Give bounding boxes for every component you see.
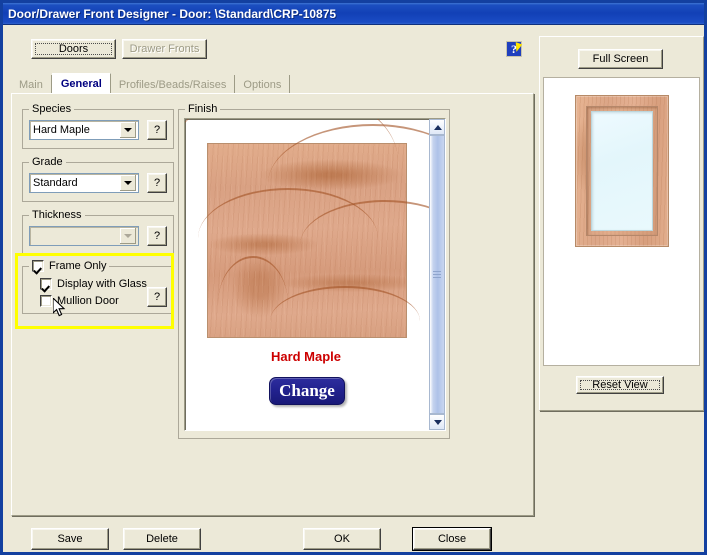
display-with-glass-checkbox[interactable]: Display with Glass [40, 278, 147, 290]
full-screen-label: Full Screen [592, 53, 649, 65]
tab-profiles-beads-raises[interactable]: Profiles/Beads/Raises [111, 75, 236, 94]
doors-button[interactable]: Doors [31, 39, 116, 59]
tab-options[interactable]: Options [235, 75, 291, 94]
grade-help-button[interactable]: ? [147, 173, 167, 193]
grade-legend: Grade [29, 156, 66, 168]
checkbox-check-icon [32, 260, 44, 272]
delete-label: Delete [146, 533, 178, 545]
species-value: Hard Maple [33, 124, 90, 136]
save-button[interactable]: Save [31, 528, 109, 550]
frame-options-help-button[interactable]: ? [147, 287, 167, 307]
ok-button[interactable]: OK [303, 528, 381, 550]
tab-general[interactable]: General [51, 73, 111, 94]
grade-help-label: ? [153, 177, 161, 189]
reset-view-label: Reset View [592, 379, 648, 391]
change-finish-button[interactable]: Change [269, 377, 345, 405]
frame-options-help-label: ? [153, 291, 161, 303]
chevron-down-icon[interactable] [120, 122, 136, 138]
tab-strip: Main General Profiles/Beads/Raises Optio… [11, 73, 534, 94]
title-bar: Door/Drawer Front Designer - Door: \Stan… [3, 3, 704, 25]
delete-button[interactable]: Delete [123, 528, 201, 550]
species-combobox[interactable]: Hard Maple [29, 120, 139, 140]
display-with-glass-label: Display with Glass [57, 278, 147, 290]
mode-toggle-group: Doors Drawer Fronts [31, 39, 207, 59]
preview-panel: Full Screen Reset View [539, 36, 704, 411]
checkbox-check-icon [40, 278, 52, 290]
window-title: Door/Drawer Front Designer - Door: \Stan… [8, 6, 337, 21]
tab-profiles-label: Profiles/Beads/Raises [118, 78, 227, 91]
frame-only-checkbox[interactable]: Frame Only [29, 260, 110, 272]
frame-only-label: Frame Only [49, 260, 107, 272]
grade-combobox[interactable]: Standard [29, 173, 139, 193]
full-screen-button[interactable]: Full Screen [578, 49, 663, 69]
species-help-button[interactable]: ? [147, 120, 167, 140]
general-tab-panel: Species Hard Maple ? Grade Standard ? Th… [11, 93, 534, 516]
species-legend: Species [29, 103, 75, 115]
door-preview-canvas[interactable] [543, 77, 700, 366]
species-group: Species Hard Maple ? [22, 103, 174, 149]
chevron-down-icon[interactable] [120, 175, 136, 191]
grade-group: Grade Standard ? [22, 156, 174, 202]
scrollbar-thumb[interactable] [429, 135, 445, 414]
doors-button-label: Doors [58, 43, 89, 55]
door-front-preview [575, 95, 669, 247]
close-label: Close [437, 533, 467, 545]
finish-vertical-scrollbar[interactable] [429, 119, 445, 430]
wood-vein [270, 286, 420, 356]
mullion-door-label: Mullion Door [57, 295, 119, 307]
door-glass-panel [591, 111, 653, 231]
finish-name-label: Hard Maple [270, 349, 342, 364]
checkbox-empty-icon [40, 295, 52, 307]
scroll-down-arrow-icon[interactable] [429, 414, 445, 430]
drawer-fronts-button[interactable]: Drawer Fronts [122, 39, 207, 59]
chevron-down-icon[interactable] [120, 228, 136, 244]
tab-general-label: General [60, 78, 102, 90]
thickness-combobox[interactable] [29, 226, 139, 246]
finish-legend: Finish [185, 103, 221, 115]
hard-maple-wood-texture [198, 124, 445, 338]
tab-main[interactable]: Main [11, 75, 52, 94]
scroll-up-arrow-icon[interactable] [429, 119, 445, 135]
finish-preview-box: Hard Maple Change [184, 118, 446, 431]
tab-main-label: Main [19, 78, 43, 91]
thickness-help-label: ? [153, 230, 161, 242]
thickness-legend: Thickness [29, 209, 85, 221]
save-label: Save [57, 533, 83, 545]
reset-view-button[interactable]: Reset View [576, 376, 664, 394]
grade-value: Standard [33, 177, 78, 189]
close-button[interactable]: Close [413, 528, 491, 550]
frame-options-group: Frame Only Display with Glass Mullion Do… [22, 260, 174, 314]
species-help-label: ? [153, 124, 161, 136]
thickness-help-button[interactable]: ? [147, 226, 167, 246]
mullion-door-checkbox[interactable]: Mullion Door [40, 295, 119, 307]
drawer-fronts-button-label: Drawer Fronts [129, 43, 200, 55]
door-designer-window: Door/Drawer Front Designer - Door: \Stan… [0, 0, 707, 555]
thickness-group: Thickness ? [22, 209, 174, 255]
change-button-label: Change [279, 381, 335, 400]
finish-group: Finish Hard Maple Change [178, 103, 450, 439]
scrollbar-grip-icon [433, 270, 441, 279]
ok-label: OK [334, 533, 350, 545]
tab-options-label: Options [243, 78, 282, 91]
help-question-icon[interactable]: ? [506, 41, 523, 57]
